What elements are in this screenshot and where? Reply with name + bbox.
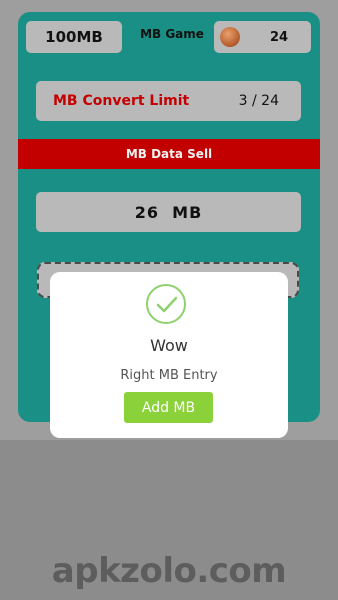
convert-limit-label: MB Convert Limit bbox=[53, 93, 190, 109]
mb-data-sell-label: MB Data Sell bbox=[125, 147, 213, 161]
coin-icon bbox=[220, 27, 240, 47]
mb-balance-value: 100MB bbox=[45, 28, 103, 46]
coin-count: 24 bbox=[269, 29, 289, 45]
mb-amount-value: 26 MB bbox=[134, 202, 203, 222]
coin-box: 24 bbox=[214, 21, 311, 53]
convert-limit-value: 3 / 24 bbox=[238, 93, 279, 109]
mb-data-sell-bar[interactable]: MB Data Sell bbox=[18, 139, 320, 169]
watermark-text: apkzolo.com bbox=[51, 551, 287, 591]
mb-balance-box: 100MB bbox=[26, 21, 122, 53]
success-dialog: Wow Right MB Entry Add MB bbox=[50, 272, 288, 438]
add-mb-button[interactable]: Add MB bbox=[124, 392, 213, 423]
game-label: MB Game bbox=[140, 27, 204, 41]
convert-limit-box: MB Convert Limit 3 / 24 bbox=[36, 81, 301, 121]
mb-amount-box: 26 MB bbox=[36, 192, 301, 232]
check-icon bbox=[146, 284, 186, 324]
dialog-message: Right MB Entry bbox=[120, 368, 218, 383]
dialog-title: Wow bbox=[150, 336, 188, 355]
